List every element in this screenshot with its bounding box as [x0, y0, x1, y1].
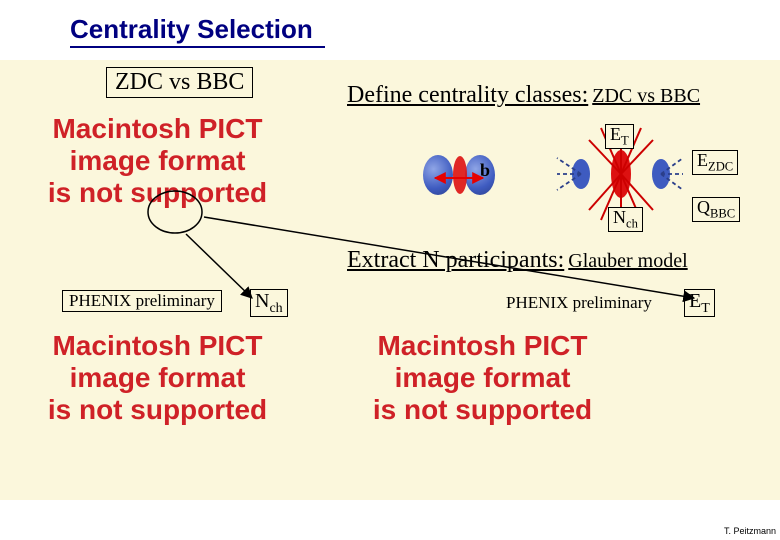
et-sub-t: T [621, 134, 629, 148]
nch-main-b: N [613, 207, 626, 227]
impact-parameter-label: b [480, 160, 490, 181]
nch-box-bottom: Nch [608, 207, 643, 232]
qbbc-sub: BBC [710, 207, 735, 221]
ezdc-sub: ZDC [708, 160, 733, 174]
nch-sub-b: ch [626, 217, 638, 231]
impact-arrow-icon [431, 171, 487, 185]
ezdc-main: E [697, 150, 708, 170]
annotation-arrows-icon [0, 0, 780, 540]
qbbc-box: QBBC [692, 197, 740, 222]
qbbc-main: Q [697, 197, 710, 217]
credit-text: T. Peitzmann [724, 526, 776, 536]
collision-sketch-left [405, 145, 515, 205]
et-main-t: E [610, 124, 621, 144]
ezdc-box: EZDC [692, 150, 738, 175]
et-box-top: ET [605, 124, 634, 149]
